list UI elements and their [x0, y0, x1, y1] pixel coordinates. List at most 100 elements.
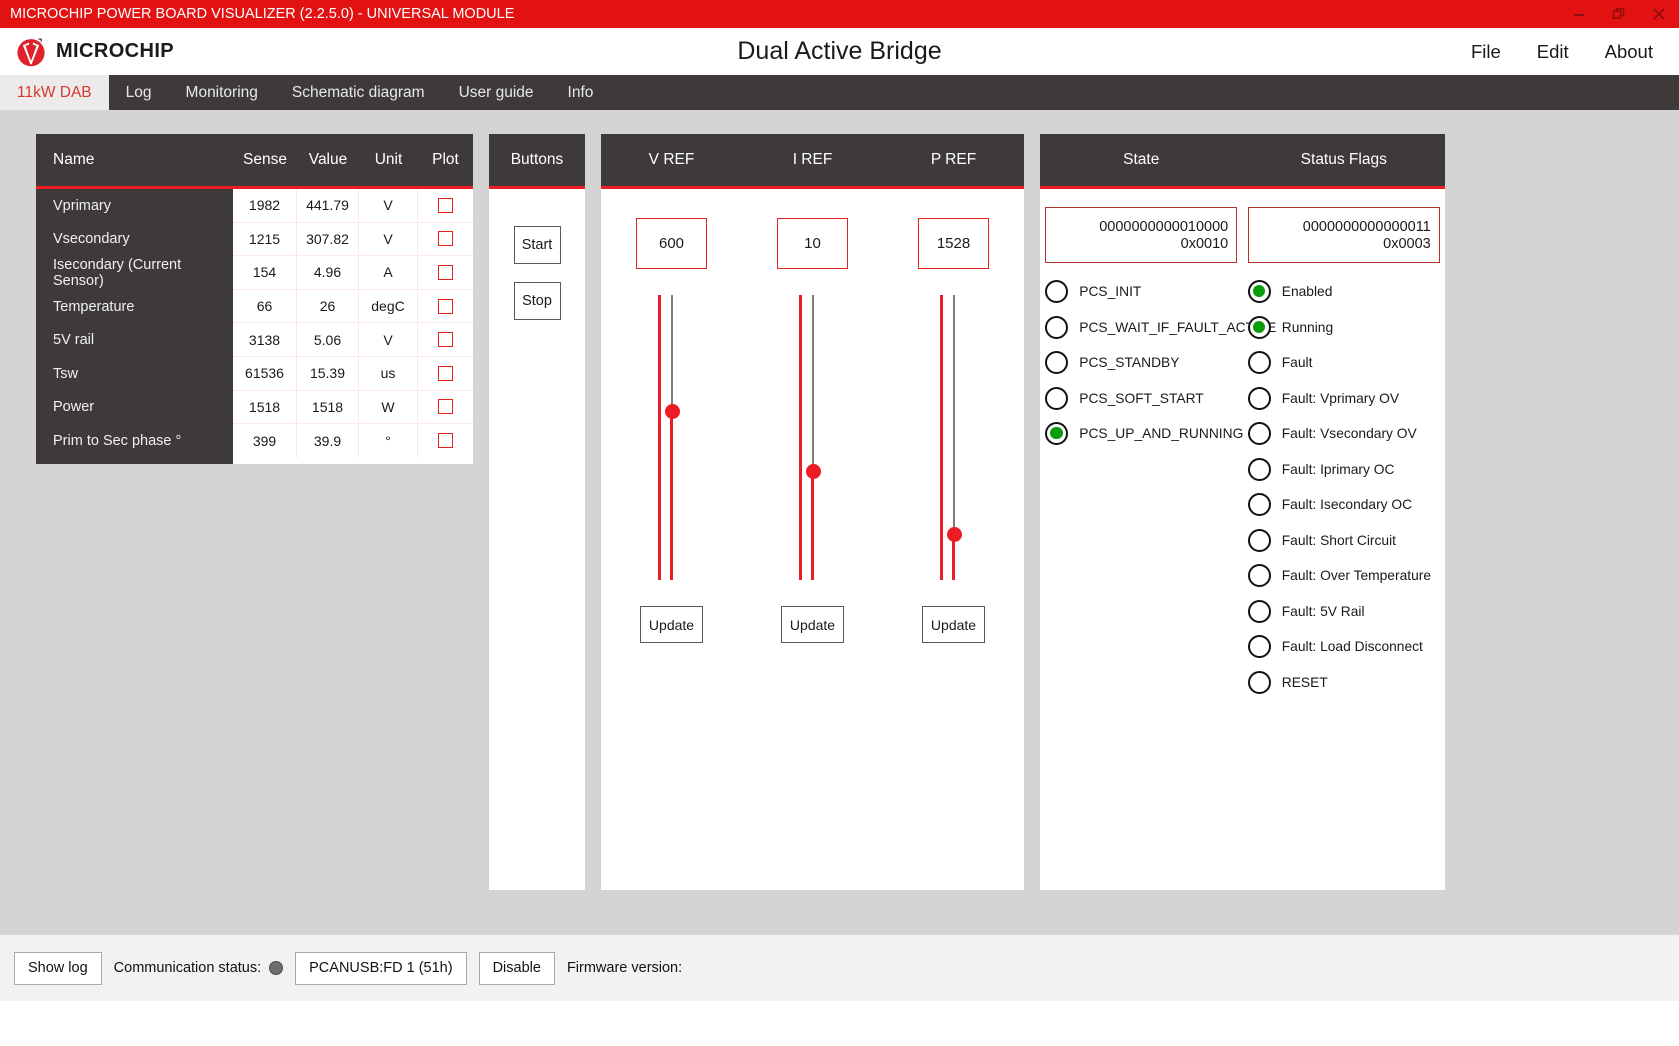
- table-row: 31385.06V: [233, 323, 473, 357]
- slider-scale-bar: [940, 295, 943, 580]
- ref-column-v-ref: 600 Update: [601, 189, 742, 890]
- slider-thumb[interactable]: [665, 404, 680, 419]
- status-panel: State Status Flags 0000000000010000 0x00…: [1040, 134, 1445, 890]
- plot-checkbox[interactable]: [438, 265, 453, 280]
- col-status-flags: Status Flags: [1243, 151, 1446, 169]
- restore-icon[interactable]: [1599, 0, 1639, 28]
- flags-value-box: 0000000000000011 0x0003: [1248, 207, 1440, 263]
- tab-info[interactable]: Info: [551, 75, 611, 110]
- plot-checkbox-cell: [418, 290, 473, 323]
- status-item: PCS_WAIT_IF_FAULT_ACTIVE: [1045, 316, 1237, 339]
- slider-thumb[interactable]: [806, 464, 821, 479]
- status-item-label: Fault: 5V Rail: [1282, 604, 1365, 619]
- status-led-icon: [269, 961, 283, 975]
- col-i-ref: I REF: [742, 151, 883, 169]
- disable-button[interactable]: Disable: [479, 952, 555, 985]
- tab-11kw-dab[interactable]: 11kW DAB: [0, 75, 109, 110]
- tabbar: 11kW DAB Log Monitoring Schematic diagra…: [0, 75, 1679, 110]
- minimize-icon[interactable]: [1559, 0, 1599, 28]
- flags-column: 0000000000000011 0x0003 Enabled Running Fa…: [1243, 207, 1446, 890]
- tab-user-guide[interactable]: User guide: [442, 75, 551, 110]
- plot-checkbox-cell: [418, 256, 473, 289]
- status-item-label: Fault: Isecondary OC: [1282, 497, 1412, 512]
- tab-monitoring[interactable]: Monitoring: [169, 75, 275, 110]
- update-button[interactable]: Update: [640, 606, 703, 643]
- window-titlebar: MICROCHIP POWER BOARD VISUALIZER (2.2.5.…: [0, 0, 1679, 28]
- brand-name: MICROCHIP: [56, 40, 174, 63]
- ref-slider[interactable]: [658, 295, 686, 580]
- workspace: Name Sense Value Unit Plot VprimaryVseco…: [0, 110, 1679, 934]
- plot-checkbox-cell: [418, 357, 473, 390]
- measurement-value: 39.9: [297, 424, 359, 458]
- plot-checkbox[interactable]: [438, 198, 453, 213]
- measurement-name: Temperature: [36, 290, 233, 324]
- state-radio-list: PCS_INITPCS_WAIT_IF_FAULT_ACTIVEPCS_STAN…: [1045, 280, 1237, 445]
- status-item: Fault: Short Circuit: [1248, 529, 1440, 552]
- status-item-label: Fault: Load Disconnect: [1282, 639, 1423, 654]
- plot-checkbox[interactable]: [438, 433, 453, 448]
- slider-fill: [670, 412, 673, 580]
- menu-about[interactable]: About: [1605, 41, 1653, 63]
- measurement-unit: us: [359, 357, 418, 390]
- flags-hex: 0x0003: [1383, 236, 1431, 252]
- measurement-name: Prim to Sec phase °: [36, 424, 233, 458]
- menu-edit[interactable]: Edit: [1537, 41, 1569, 63]
- status-item: Fault: Iprimary OC: [1248, 458, 1440, 481]
- measurement-sense: 154: [233, 256, 297, 289]
- ref-slider[interactable]: [799, 295, 827, 580]
- ref-value-input[interactable]: 600: [636, 218, 707, 269]
- microchip-logo-icon: [14, 35, 48, 69]
- status-item-label: RESET: [1282, 675, 1328, 690]
- references-body: 600 Update 10 Update 1528 Update: [601, 189, 1024, 890]
- table-row: 15181518W: [233, 391, 473, 425]
- status-indicator-icon: [1248, 422, 1271, 445]
- ref-value-input[interactable]: 10: [777, 218, 848, 269]
- slider-scale-bar: [799, 295, 802, 580]
- status-item: Fault: Vsecondary OV: [1248, 422, 1440, 445]
- measurement-sense: 3138: [233, 323, 297, 356]
- state-binary: 0000000000010000: [1099, 219, 1228, 235]
- start-button[interactable]: Start: [514, 226, 561, 264]
- slider-thumb[interactable]: [947, 527, 962, 542]
- menu-file[interactable]: File: [1471, 41, 1501, 63]
- status-item: Fault: 5V Rail: [1248, 600, 1440, 623]
- tab-log[interactable]: Log: [109, 75, 169, 110]
- status-item-label: Fault: Short Circuit: [1282, 533, 1396, 548]
- status-indicator-icon: [1045, 351, 1068, 374]
- table-row: 6626degC: [233, 290, 473, 324]
- update-button[interactable]: Update: [922, 606, 985, 643]
- stop-button[interactable]: Stop: [514, 282, 561, 320]
- status-item: Fault: Load Disconnect: [1248, 635, 1440, 658]
- status-indicator-icon: [1248, 387, 1271, 410]
- measurement-values-column: 1982441.79V1215307.82V1544.96A6626degC31…: [233, 189, 473, 464]
- menubar: File Edit About: [1471, 41, 1653, 63]
- plot-checkbox[interactable]: [438, 231, 453, 246]
- status-item: Running: [1248, 316, 1440, 339]
- brand-logo: MICROCHIP: [0, 35, 174, 69]
- plot-checkbox[interactable]: [438, 399, 453, 414]
- status-item-label: Fault: [1282, 355, 1313, 370]
- plot-checkbox[interactable]: [438, 299, 453, 314]
- plot-checkbox[interactable]: [438, 366, 453, 381]
- update-button[interactable]: Update: [781, 606, 844, 643]
- status-item: PCS_UP_AND_RUNNING: [1045, 422, 1237, 445]
- ref-value-input[interactable]: 1528: [918, 218, 989, 269]
- status-item: PCS_SOFT_START: [1045, 387, 1237, 410]
- status-indicator-icon: [1045, 387, 1068, 410]
- close-icon[interactable]: [1639, 0, 1679, 28]
- measurement-name: Isecondary (Current Sensor): [36, 256, 233, 290]
- show-log-button[interactable]: Show log: [14, 952, 102, 985]
- device-select-button[interactable]: PCANUSB:FD 1 (51h): [295, 952, 466, 985]
- plot-checkbox-cell: [418, 391, 473, 424]
- communication-status: Communication status:: [114, 960, 283, 976]
- tab-schematic-diagram[interactable]: Schematic diagram: [275, 75, 442, 110]
- table-row: 39939.9°: [233, 424, 473, 458]
- measurement-name: Vsecondary: [36, 223, 233, 257]
- col-plot: Plot: [418, 151, 473, 169]
- status-item: Enabled: [1248, 280, 1440, 303]
- plot-checkbox[interactable]: [438, 332, 453, 347]
- slider-scale-bar: [658, 295, 661, 580]
- ref-slider[interactable]: [940, 295, 968, 580]
- panel-row: Name Sense Value Unit Plot VprimaryVseco…: [0, 134, 1679, 904]
- measurement-value: 5.06: [297, 323, 359, 356]
